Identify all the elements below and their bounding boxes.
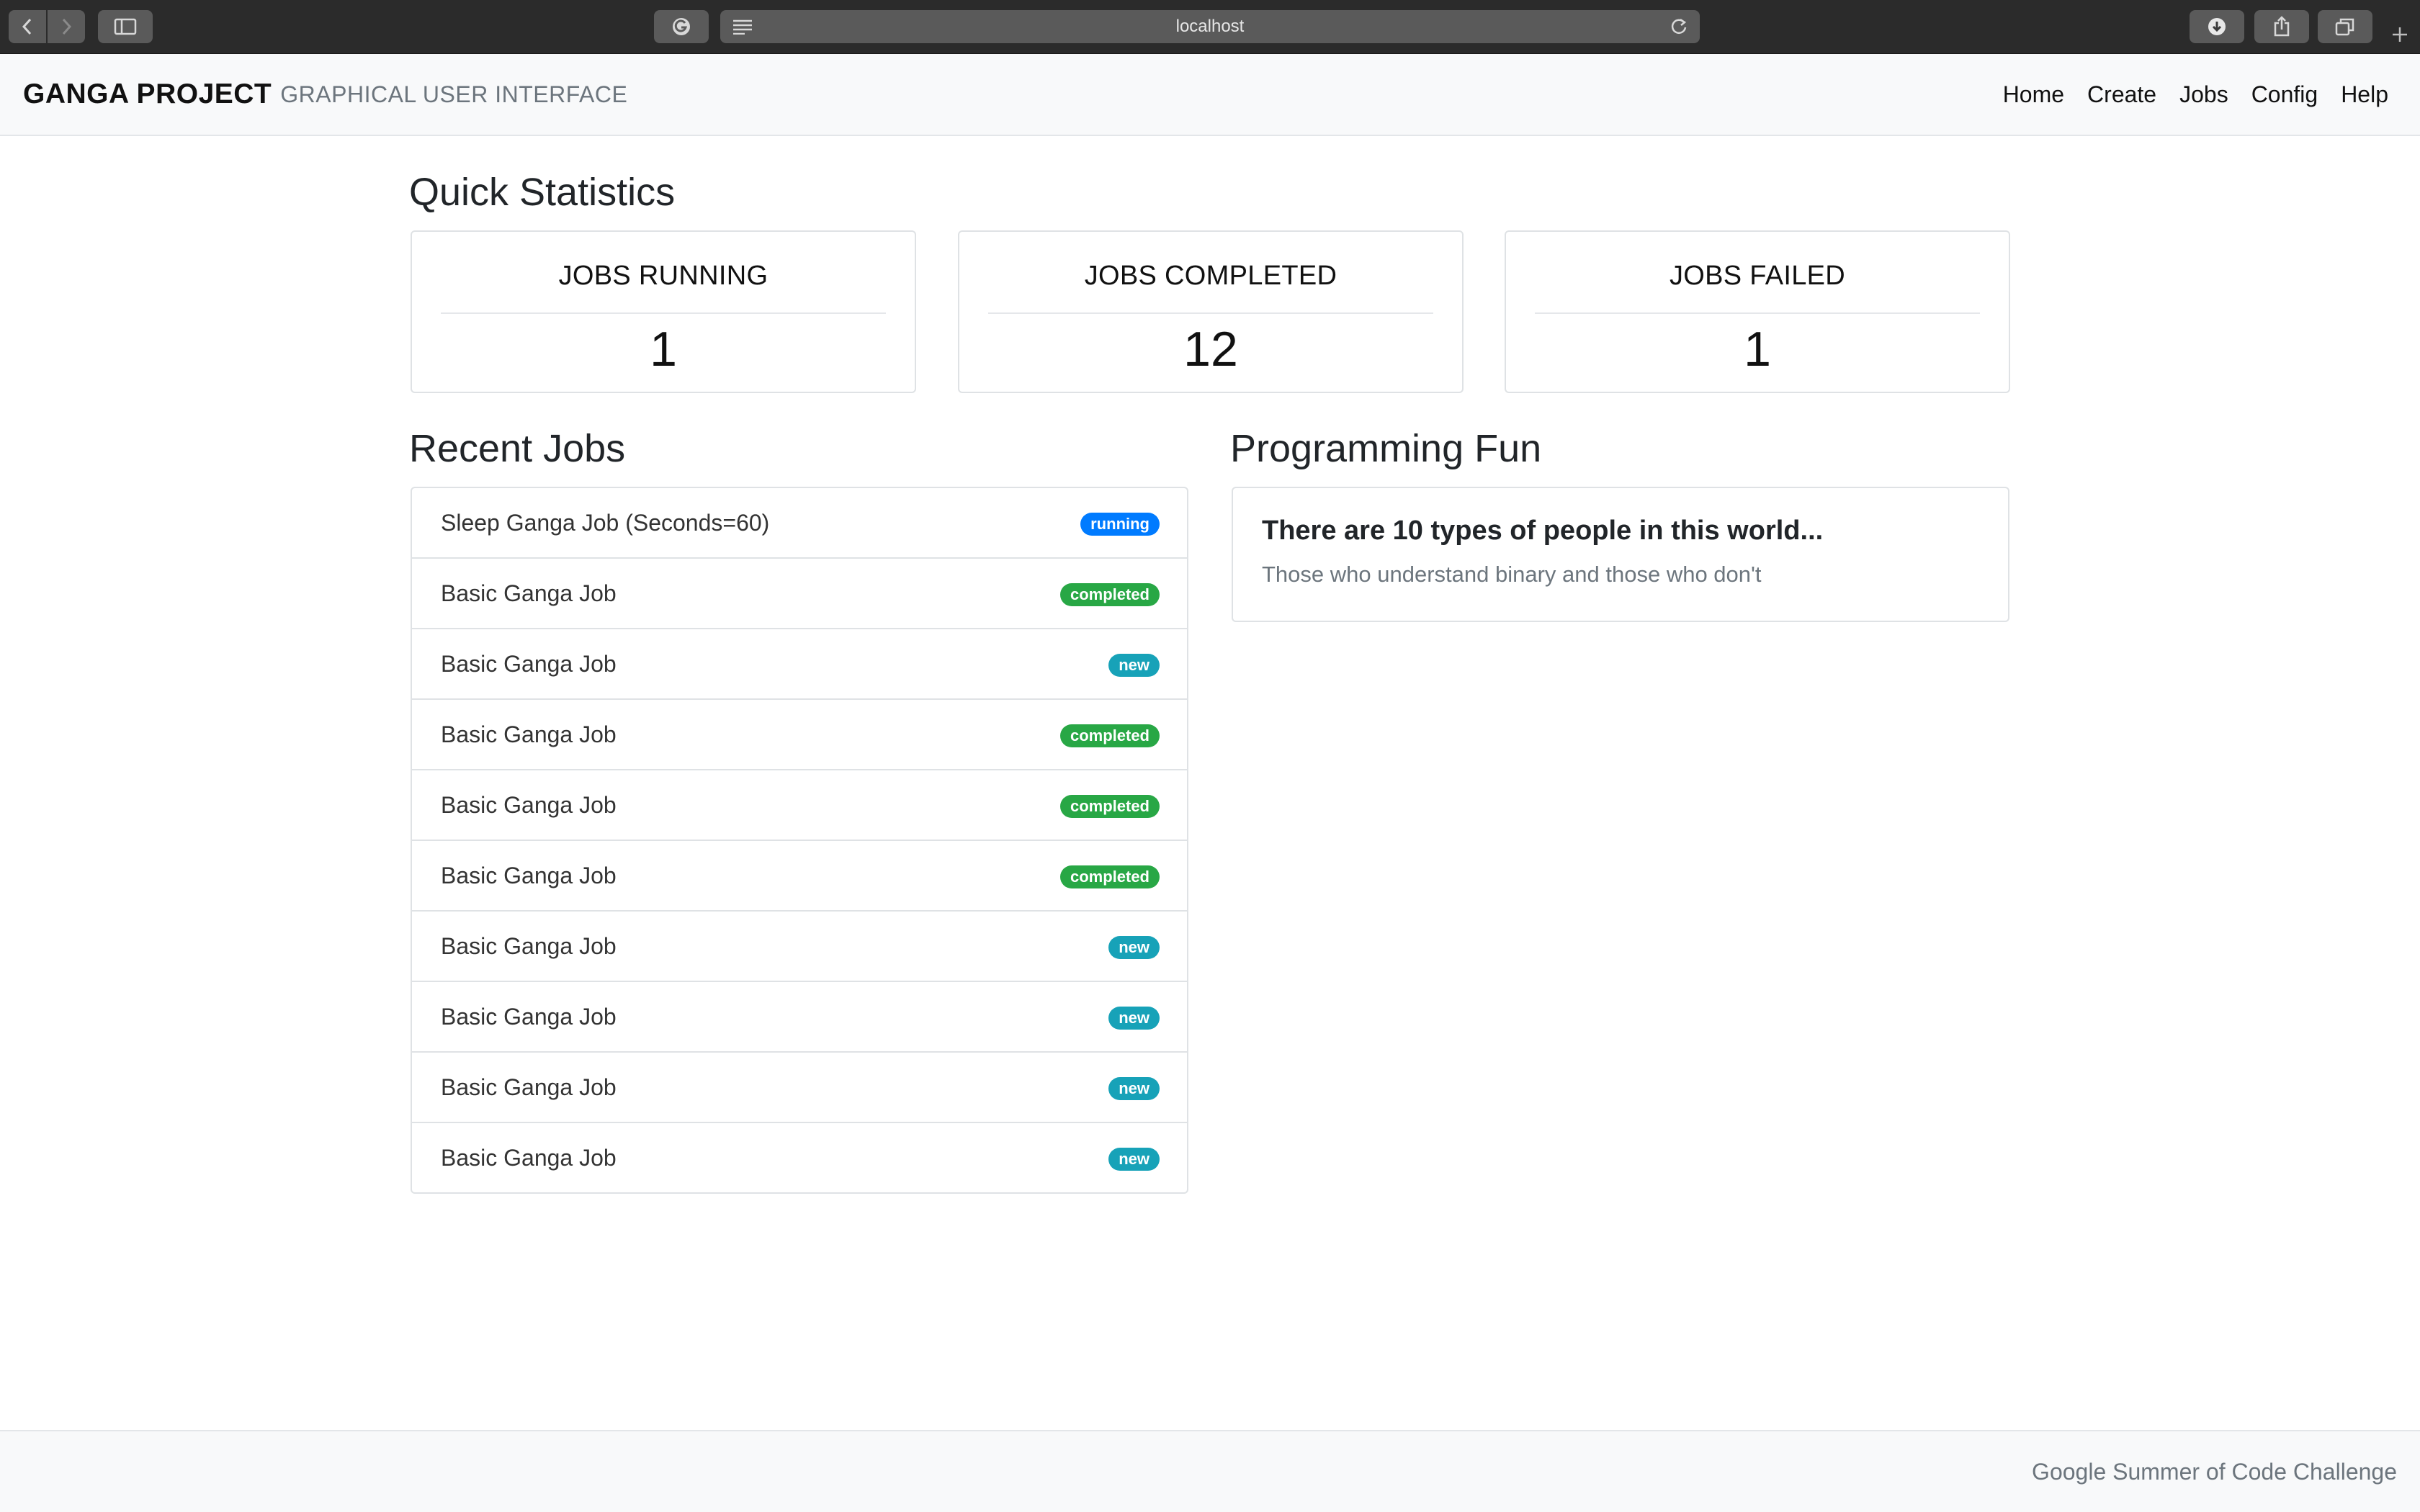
address-bar[interactable]: localhost — [720, 10, 1700, 43]
stat-card-running: JOBS RUNNING 1 — [411, 230, 916, 393]
stat-card-failed: JOBS FAILED 1 — [1505, 230, 2010, 393]
reload-icon[interactable] — [1670, 17, 1688, 36]
list-item[interactable]: Basic Ganga Job completed — [412, 559, 1187, 629]
list-item[interactable]: Basic Ganga Job new — [412, 912, 1187, 982]
job-name: Basic Ganga Job — [441, 1074, 617, 1100]
nav-link-home[interactable]: Home — [2003, 81, 2064, 108]
quick-statistics-title: Quick Statistics — [409, 171, 676, 214]
footer-text: Google Summer of Code Challenge — [2032, 1458, 2397, 1485]
grammarly-extension-button[interactable] — [654, 10, 709, 43]
brand-subtitle: GRAPHICAL USER INTERFACE — [280, 81, 628, 107]
nav-link-create[interactable]: Create — [2087, 81, 2156, 108]
list-item[interactable]: Basic Ganga Job completed — [412, 841, 1187, 912]
downloads-button[interactable] — [2190, 10, 2244, 43]
nav-links: Home Create Jobs Config Help — [1980, 54, 2388, 135]
stat-label: JOBS RUNNING — [558, 261, 768, 291]
stat-value: 1 — [650, 322, 677, 377]
status-badge: new — [1108, 936, 1160, 959]
joke-heading: There are 10 types of people in this wor… — [1262, 516, 1824, 546]
forward-button[interactable] — [48, 10, 85, 43]
status-badge: new — [1108, 654, 1160, 677]
stat-card-completed: JOBS COMPLETED 12 — [958, 230, 1464, 393]
status-badge: new — [1108, 1077, 1160, 1100]
top-navbar: GANGA PROJECT GRAPHICAL USER INTERFACE H… — [0, 54, 2420, 136]
status-badge: running — [1080, 513, 1160, 536]
list-item[interactable]: Basic Ganga Job new — [412, 629, 1187, 700]
job-name: Basic Ganga Job — [441, 580, 617, 606]
divider — [988, 312, 1433, 314]
url-text: localhost — [1175, 17, 1245, 36]
brand-title: GANGA PROJECT — [23, 78, 272, 109]
list-item[interactable]: Sleep Ganga Job (Seconds=60) running — [412, 488, 1187, 559]
grammarly-icon — [673, 18, 690, 35]
download-icon — [2208, 18, 2226, 35]
recent-jobs-list: Sleep Ganga Job (Seconds=60) running Bas… — [411, 487, 1188, 1194]
stat-label: JOBS COMPLETED — [1084, 261, 1337, 291]
programming-fun-title: Programming Fun — [1230, 427, 1542, 470]
chevron-right-icon — [62, 18, 72, 35]
share-button[interactable] — [2254, 10, 2309, 43]
brand[interactable]: GANGA PROJECT GRAPHICAL USER INTERFACE — [23, 54, 627, 135]
stat-value: 12 — [1183, 322, 1238, 377]
show-tabs-button[interactable] — [2318, 10, 2372, 43]
browser-toolbar: localhost — [0, 0, 2420, 54]
list-item[interactable]: Basic Ganga Job completed — [412, 700, 1187, 770]
tabs-icon — [2335, 18, 2354, 36]
nav-link-config[interactable]: Config — [2251, 81, 2318, 108]
divider — [441, 312, 886, 314]
stat-label: JOBS FAILED — [1669, 261, 1846, 291]
nav-link-jobs[interactable]: Jobs — [2179, 81, 2228, 108]
job-name: Basic Ganga Job — [441, 791, 617, 818]
job-name: Basic Ganga Job — [441, 1003, 617, 1030]
job-name: Sleep Ganga Job (Seconds=60) — [441, 509, 770, 536]
list-item[interactable]: Basic Ganga Job new — [412, 982, 1187, 1053]
new-tab-button[interactable] — [2384, 19, 2416, 50]
status-badge: completed — [1059, 795, 1160, 818]
status-badge: completed — [1059, 865, 1160, 888]
stat-value: 1 — [1744, 322, 1771, 377]
back-button[interactable] — [9, 10, 46, 43]
joke-card: There are 10 types of people in this wor… — [1232, 487, 2009, 622]
list-item[interactable]: Basic Ganga Job completed — [412, 770, 1187, 841]
divider — [1535, 312, 1980, 314]
job-name: Basic Ganga Job — [441, 1144, 617, 1171]
status-badge: completed — [1059, 583, 1160, 606]
job-name: Basic Ganga Job — [441, 650, 617, 677]
list-item[interactable]: Basic Ganga Job new — [412, 1053, 1187, 1123]
sidebar-toggle-button[interactable] — [98, 10, 153, 43]
status-badge: new — [1108, 1148, 1160, 1171]
job-name: Basic Ganga Job — [441, 862, 617, 888]
chevron-left-icon — [22, 18, 32, 35]
recent-jobs-title: Recent Jobs — [409, 427, 626, 470]
nav-link-help[interactable]: Help — [2341, 81, 2388, 108]
page-footer: Google Summer of Code Challenge — [0, 1430, 2420, 1512]
job-name: Basic Ganga Job — [441, 721, 617, 747]
sidebar-icon — [114, 18, 137, 35]
joke-text: Those who understand binary and those wh… — [1262, 562, 1762, 587]
list-item[interactable]: Basic Ganga Job new — [412, 1123, 1187, 1192]
share-icon — [2274, 16, 2290, 37]
status-badge: new — [1108, 1007, 1160, 1030]
status-badge: completed — [1059, 724, 1160, 747]
plus-icon — [2393, 27, 2407, 42]
job-name: Basic Ganga Job — [441, 932, 617, 959]
